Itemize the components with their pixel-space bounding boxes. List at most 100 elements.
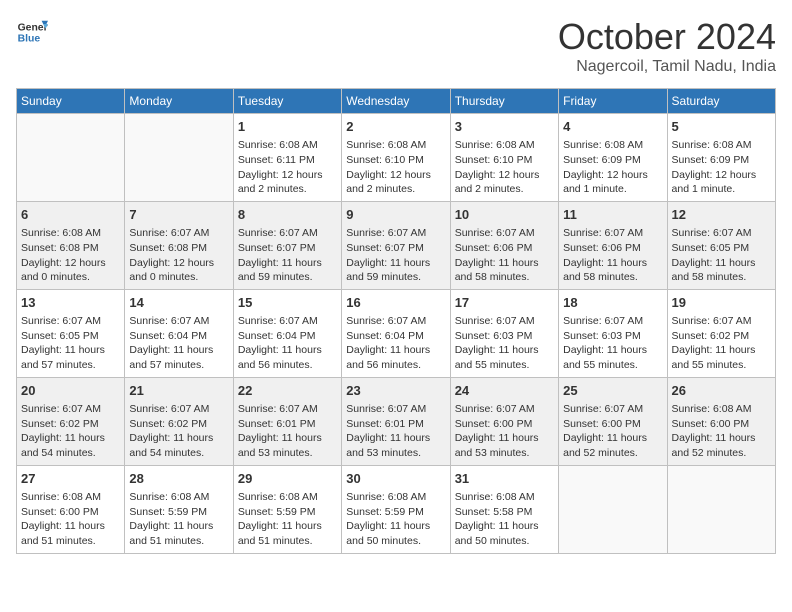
day-info: Sunrise: 6:07 AM <box>563 226 662 241</box>
day-number: 21 <box>129 382 228 400</box>
day-info: and 59 minutes. <box>238 270 337 285</box>
day-info: and 0 minutes. <box>129 270 228 285</box>
day-number: 17 <box>455 294 554 312</box>
weekday-header-thursday: Thursday <box>450 89 558 114</box>
day-info: Sunrise: 6:08 AM <box>238 490 337 505</box>
day-info: Sunset: 6:10 PM <box>346 153 445 168</box>
svg-text:Blue: Blue <box>18 34 41 45</box>
calendar-week-3: 13Sunrise: 6:07 AMSunset: 6:05 PMDayligh… <box>17 289 776 377</box>
day-info: Daylight: 11 hours <box>238 519 337 534</box>
day-info: Daylight: 11 hours <box>563 256 662 271</box>
day-info: Sunrise: 6:07 AM <box>455 226 554 241</box>
day-info: Sunrise: 6:08 AM <box>346 490 445 505</box>
day-info: Sunset: 6:04 PM <box>346 329 445 344</box>
day-info: Sunset: 6:06 PM <box>563 241 662 256</box>
calendar-cell: 2Sunrise: 6:08 AMSunset: 6:10 PMDaylight… <box>342 114 450 202</box>
day-info: Sunrise: 6:07 AM <box>455 402 554 417</box>
day-info: and 55 minutes. <box>455 358 554 373</box>
calendar-cell: 5Sunrise: 6:08 AMSunset: 6:09 PMDaylight… <box>667 114 775 202</box>
day-info: Sunrise: 6:08 AM <box>21 226 120 241</box>
day-info: Daylight: 11 hours <box>21 431 120 446</box>
day-info: and 53 minutes. <box>455 446 554 461</box>
day-info: and 54 minutes. <box>21 446 120 461</box>
page-header: General Blue October 2024 Nagercoil, Tam… <box>16 16 776 76</box>
day-info: and 1 minute. <box>563 182 662 197</box>
day-info: and 57 minutes. <box>129 358 228 373</box>
day-info: Sunset: 5:59 PM <box>238 505 337 520</box>
calendar-cell: 24Sunrise: 6:07 AMSunset: 6:00 PMDayligh… <box>450 377 558 465</box>
day-info: Sunset: 6:08 PM <box>129 241 228 256</box>
calendar-cell: 7Sunrise: 6:07 AMSunset: 6:08 PMDaylight… <box>125 201 233 289</box>
day-info: Sunset: 6:07 PM <box>238 241 337 256</box>
day-number: 7 <box>129 206 228 224</box>
calendar-cell: 18Sunrise: 6:07 AMSunset: 6:03 PMDayligh… <box>559 289 667 377</box>
day-info: and 58 minutes. <box>672 270 771 285</box>
day-number: 27 <box>21 470 120 488</box>
day-info: Sunset: 6:01 PM <box>238 417 337 432</box>
day-info: Daylight: 12 hours <box>346 168 445 183</box>
calendar-cell: 8Sunrise: 6:07 AMSunset: 6:07 PMDaylight… <box>233 201 341 289</box>
day-info: Sunrise: 6:07 AM <box>346 226 445 241</box>
calendar-cell: 31Sunrise: 6:08 AMSunset: 5:58 PMDayligh… <box>450 465 558 553</box>
day-info: Sunset: 6:00 PM <box>563 417 662 432</box>
day-info: Daylight: 11 hours <box>21 343 120 358</box>
day-info: Sunset: 6:06 PM <box>455 241 554 256</box>
calendar-cell: 23Sunrise: 6:07 AMSunset: 6:01 PMDayligh… <box>342 377 450 465</box>
day-info: and 58 minutes. <box>563 270 662 285</box>
calendar-cell: 12Sunrise: 6:07 AMSunset: 6:05 PMDayligh… <box>667 201 775 289</box>
day-number: 15 <box>238 294 337 312</box>
day-info: Daylight: 11 hours <box>238 343 337 358</box>
day-info: and 55 minutes. <box>563 358 662 373</box>
day-info: Sunset: 6:09 PM <box>563 153 662 168</box>
day-info: Sunset: 5:58 PM <box>455 505 554 520</box>
day-info: and 1 minute. <box>672 182 771 197</box>
day-info: Daylight: 11 hours <box>455 519 554 534</box>
day-number: 5 <box>672 118 771 136</box>
day-number: 20 <box>21 382 120 400</box>
weekday-header-saturday: Saturday <box>667 89 775 114</box>
day-info: Daylight: 11 hours <box>672 431 771 446</box>
day-info: and 54 minutes. <box>129 446 228 461</box>
day-info: and 50 minutes. <box>346 534 445 549</box>
day-info: Sunrise: 6:07 AM <box>21 314 120 329</box>
day-info: Sunset: 6:08 PM <box>21 241 120 256</box>
calendar-cell: 3Sunrise: 6:08 AMSunset: 6:10 PMDaylight… <box>450 114 558 202</box>
day-info: and 51 minutes. <box>238 534 337 549</box>
day-number: 9 <box>346 206 445 224</box>
day-number: 11 <box>563 206 662 224</box>
weekday-header-row: SundayMondayTuesdayWednesdayThursdayFrid… <box>17 89 776 114</box>
day-info: Sunset: 5:59 PM <box>346 505 445 520</box>
day-info: Sunset: 6:00 PM <box>455 417 554 432</box>
day-number: 13 <box>21 294 120 312</box>
day-number: 14 <box>129 294 228 312</box>
day-info: and 51 minutes. <box>21 534 120 549</box>
calendar-week-4: 20Sunrise: 6:07 AMSunset: 6:02 PMDayligh… <box>17 377 776 465</box>
logo-icon: General Blue <box>16 16 48 48</box>
day-info: Sunrise: 6:08 AM <box>672 138 771 153</box>
calendar-cell: 14Sunrise: 6:07 AMSunset: 6:04 PMDayligh… <box>125 289 233 377</box>
weekday-header-wednesday: Wednesday <box>342 89 450 114</box>
day-info: and 2 minutes. <box>346 182 445 197</box>
calendar-cell: 6Sunrise: 6:08 AMSunset: 6:08 PMDaylight… <box>17 201 125 289</box>
day-info: Daylight: 12 hours <box>129 256 228 271</box>
calendar-table: SundayMondayTuesdayWednesdayThursdayFrid… <box>16 88 776 554</box>
day-info: Sunset: 6:03 PM <box>455 329 554 344</box>
day-info: Daylight: 11 hours <box>238 256 337 271</box>
day-info: Daylight: 11 hours <box>238 431 337 446</box>
day-info: Daylight: 11 hours <box>129 519 228 534</box>
day-number: 4 <box>563 118 662 136</box>
calendar-cell: 10Sunrise: 6:07 AMSunset: 6:06 PMDayligh… <box>450 201 558 289</box>
day-info: Daylight: 12 hours <box>455 168 554 183</box>
day-info: Sunset: 6:00 PM <box>672 417 771 432</box>
day-info: Daylight: 12 hours <box>563 168 662 183</box>
day-number: 25 <box>563 382 662 400</box>
day-info: and 56 minutes. <box>238 358 337 373</box>
calendar-cell: 19Sunrise: 6:07 AMSunset: 6:02 PMDayligh… <box>667 289 775 377</box>
day-number: 3 <box>455 118 554 136</box>
day-info: Sunrise: 6:07 AM <box>455 314 554 329</box>
day-info: and 2 minutes. <box>238 182 337 197</box>
month-year-title: October 2024 <box>558 16 776 58</box>
day-info: Daylight: 11 hours <box>129 431 228 446</box>
day-info: Sunrise: 6:07 AM <box>672 226 771 241</box>
calendar-cell: 27Sunrise: 6:08 AMSunset: 6:00 PMDayligh… <box>17 465 125 553</box>
